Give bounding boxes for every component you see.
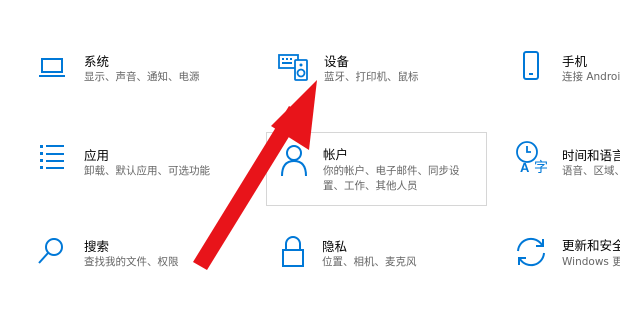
tile-title: 帐户 <box>323 147 349 162</box>
tile-title: 时间和语言 <box>562 148 620 163</box>
tile-title: 系统 <box>84 54 110 69</box>
tile-description: 语音、区域、 <box>562 165 620 177</box>
tile-description: 显示、声音、通知、电源 <box>84 71 200 83</box>
settings-tile-accounts[interactable]: 帐户 你的帐户、电子邮件、同步设 置、工作、其他人员 <box>266 132 487 206</box>
tile-description-line-2: 置、工作、其他人员 <box>323 180 418 192</box>
svg-text:字: 字 <box>534 160 548 174</box>
tile-description: 卸载、默认应用、可选功能 <box>84 165 210 177</box>
settings-tile-search[interactable]: 搜索 查找我的文件、权限 <box>0 224 250 284</box>
tile-description-line-1: 你的帐户、电子邮件、同步设 <box>323 165 460 177</box>
tile-description: 蓝牙、打印机、鼠标 <box>324 71 419 83</box>
lock-icon <box>282 236 304 267</box>
settings-tile-privacy[interactable]: 隐私 位置、相机、麦克风 <box>266 224 487 284</box>
tile-description: 查找我的文件、权限 <box>84 256 179 268</box>
tile-description: 位置、相机、麦克风 <box>322 256 417 268</box>
keyboard-speaker-icon <box>278 54 308 81</box>
tile-title: 隐私 <box>322 239 348 254</box>
tile-title: 手机 <box>562 54 588 69</box>
settings-tile-time-language[interactable]: A 字 时间和语言 语音、区域、 <box>500 132 620 202</box>
settings-tile-devices[interactable]: 设备 蓝牙、打印机、鼠标 <box>260 38 490 98</box>
tile-title: 搜索 <box>84 239 110 254</box>
time-language-icon: A 字 <box>516 141 548 174</box>
settings-tile-update-security[interactable]: 更新和安全 Windows 更新 <box>500 224 620 284</box>
tile-title: 应用 <box>84 148 110 163</box>
sync-icon <box>517 237 545 267</box>
search-icon <box>38 238 63 264</box>
settings-tile-system[interactable]: 系统 显示、声音、通知、电源 <box>0 38 250 98</box>
apps-list-icon <box>40 145 64 169</box>
laptop-icon <box>39 58 65 77</box>
settings-tile-apps[interactable]: 应用 卸载、默认应用、可选功能 <box>0 132 250 202</box>
tile-description: Windows 更新 <box>562 256 620 268</box>
tile-description: 连接 Androi <box>562 71 620 83</box>
tile-title: 更新和安全 <box>562 238 620 253</box>
phone-icon <box>523 51 539 80</box>
person-icon <box>281 145 307 177</box>
tile-title: 设备 <box>324 54 350 69</box>
svg-text:A: A <box>520 160 530 174</box>
settings-tile-phone[interactable]: 手机 连接 Androi <box>500 38 620 98</box>
